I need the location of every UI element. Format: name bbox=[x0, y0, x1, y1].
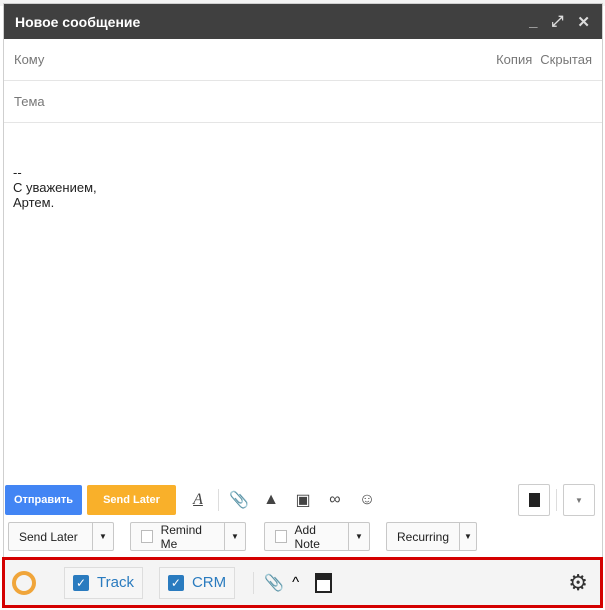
recurring-option[interactable]: Recurring bbox=[387, 523, 461, 550]
chevron-down-icon[interactable]: ▼ bbox=[349, 523, 369, 550]
track-label: Track bbox=[97, 574, 134, 591]
track-toggle[interactable]: ✓ Track bbox=[64, 566, 143, 599]
remind-me-dropdown[interactable]: Remind Me ▼ bbox=[130, 522, 246, 551]
send-later-dropdown[interactable]: Send Later ▼ bbox=[8, 522, 114, 551]
cc-link[interactable]: Копия bbox=[496, 52, 532, 67]
signature-line: С уважением, bbox=[13, 180, 97, 195]
crm-extension-bar: ✓ Track ✓ CRM 📎 ^ ⚙ bbox=[2, 557, 603, 608]
template-icon[interactable] bbox=[315, 572, 333, 593]
divider bbox=[253, 571, 255, 594]
send-later-label: Send Later bbox=[19, 529, 78, 544]
attach-icon[interactable]: 📎 bbox=[223, 490, 255, 510]
extension-options: Send Later ▼ Remind Me ▼ Add Note ▼ Recu… bbox=[8, 522, 477, 551]
chevron-down-icon[interactable]: ▼ bbox=[93, 523, 113, 550]
add-note-checkbox[interactable] bbox=[275, 530, 287, 543]
extension-logo-icon[interactable] bbox=[12, 570, 36, 595]
close-icon[interactable]: ✕ bbox=[577, 13, 590, 31]
minimize-icon[interactable]: _ bbox=[529, 13, 537, 31]
trash-icon bbox=[528, 493, 540, 507]
attach-icon[interactable]: 📎 bbox=[258, 573, 290, 593]
chevron-down-icon: ▼ bbox=[575, 495, 583, 505]
divider bbox=[218, 489, 219, 511]
add-note-option[interactable]: Add Note bbox=[265, 522, 349, 551]
send-later-button[interactable]: Send Later bbox=[87, 485, 176, 515]
drive-icon[interactable]: ▲ bbox=[255, 491, 287, 509]
divider bbox=[556, 489, 557, 511]
chevron-up-icon[interactable]: ^ bbox=[292, 574, 299, 591]
window-title: Новое сообщение bbox=[15, 13, 141, 30]
bcc-link[interactable]: Скрытая bbox=[540, 52, 592, 67]
discard-button[interactable] bbox=[518, 484, 550, 516]
recurring-dropdown[interactable]: Recurring ▼ bbox=[386, 522, 477, 551]
signature-line: -- bbox=[13, 165, 22, 180]
crm-label: CRM bbox=[191, 574, 227, 591]
compose-toolbar: Отправить Send Later A 📎 ▲ ▣ ∞ ☺ ▼ bbox=[5, 484, 595, 516]
remind-me-checkbox[interactable] bbox=[141, 530, 153, 543]
send-button[interactable]: Отправить bbox=[5, 485, 82, 515]
send-later-option[interactable]: Send Later bbox=[9, 523, 93, 550]
more-options-button[interactable]: ▼ bbox=[563, 484, 595, 516]
chevron-down-icon[interactable]: ▼ bbox=[225, 523, 245, 550]
checkmark-icon: ✓ bbox=[73, 574, 89, 591]
chevron-down-icon[interactable]: ▼ bbox=[460, 523, 476, 550]
photo-icon[interactable]: ▣ bbox=[287, 490, 319, 510]
emoji-icon[interactable]: ☺ bbox=[351, 491, 383, 509]
recurring-label: Recurring bbox=[397, 529, 450, 544]
compose-titlebar: Новое сообщение _ ⤢ ✕ bbox=[4, 4, 602, 39]
compose-window: Новое сообщение _ ⤢ ✕ Кому Копия Скрытая… bbox=[3, 3, 603, 607]
link-icon[interactable]: ∞ bbox=[319, 491, 351, 509]
expand-icon[interactable]: ⤢ bbox=[551, 13, 563, 31]
to-field[interactable]: Кому Копия Скрытая bbox=[4, 39, 602, 81]
subject-field[interactable]: Тема bbox=[4, 81, 602, 123]
checkmark-icon: ✓ bbox=[167, 574, 184, 591]
subject-label: Тема bbox=[14, 94, 45, 109]
remind-me-option[interactable]: Remind Me bbox=[131, 522, 225, 551]
remind-me-label: Remind Me bbox=[160, 522, 202, 551]
add-note-dropdown[interactable]: Add Note ▼ bbox=[264, 522, 370, 551]
crm-toggle[interactable]: ✓ CRM bbox=[158, 566, 236, 599]
formatting-icon[interactable]: A bbox=[182, 491, 214, 509]
to-label: Кому bbox=[14, 52, 45, 67]
signature-line: Артем. bbox=[13, 195, 55, 210]
add-note-label: Add Note bbox=[294, 522, 320, 551]
message-body[interactable]: -- С уважением, Артем. bbox=[4, 123, 602, 481]
settings-gear-icon[interactable]: ⚙ bbox=[568, 570, 588, 596]
